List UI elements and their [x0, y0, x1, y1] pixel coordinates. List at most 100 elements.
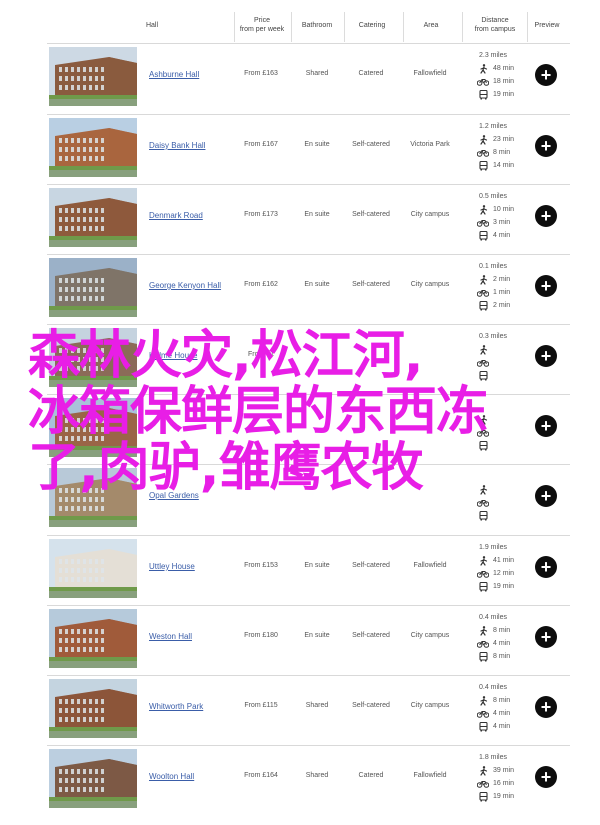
- area-cell: City campus: [410, 281, 450, 288]
- bathroom-cell: Shared: [305, 702, 329, 709]
- hall-name-link[interactable]: Whitworth Park: [149, 702, 203, 711]
- catering-cell: Catered: [358, 772, 384, 779]
- bathroom-cell: En suite: [304, 632, 330, 639]
- preview-plus-icon[interactable]: +: [535, 205, 557, 227]
- hall-photo: [49, 398, 137, 457]
- header-distance: Distance from campus: [474, 17, 516, 33]
- price-cell: From £164: [244, 772, 278, 779]
- bathroom-cell: En suite: [304, 141, 330, 148]
- walking-person-icon: [477, 344, 489, 355]
- walk-time: 39 min: [493, 767, 515, 774]
- distance-miles: 0.3 miles: [479, 333, 508, 340]
- bus-icon: [477, 370, 489, 381]
- preview-plus-icon[interactable]: +: [535, 626, 557, 648]
- header-divider: [527, 12, 528, 42]
- header-area: Area: [423, 21, 439, 29]
- bus-icon: [477, 721, 489, 732]
- catering-cell: Self-catered: [352, 632, 390, 639]
- hall-name-link[interactable]: Denmark Road: [149, 211, 203, 220]
- hall-name-link[interactable]: Daisy Bank Hall: [149, 141, 205, 150]
- header-catering: Catering: [358, 21, 386, 29]
- hall-name-link[interactable]: Hulme House: [149, 351, 197, 360]
- walking-person-icon: [477, 204, 489, 215]
- bus-time-line: 2 min: [477, 299, 547, 312]
- price-cell: From £1: [247, 351, 275, 358]
- preview-plus-icon[interactable]: +: [535, 696, 557, 718]
- bus-icon: [477, 510, 489, 521]
- hall-name-link[interactable]: Uttley House: [149, 562, 195, 571]
- bicycle-icon: [477, 569, 489, 579]
- preview-plus-icon[interactable]: +: [535, 275, 557, 297]
- bus-icon: [477, 300, 489, 311]
- bicycle-icon: [477, 218, 489, 228]
- bus-time-line: 8 min: [477, 650, 547, 663]
- hall-name-link[interactable]: George Kenyon Hall: [149, 281, 221, 290]
- bike-time: 16 min: [493, 780, 515, 787]
- area-cell: City campus: [410, 211, 450, 218]
- table-row: Weston Hall From £180 En suite Self-catered…: [47, 605, 570, 671]
- distance-miles-line: 0.3 miles: [477, 330, 547, 343]
- bus-icon: [477, 791, 489, 802]
- hall-name-link[interactable]: Opal Gardens: [149, 491, 199, 500]
- hall-name-link[interactable]: Woolton Hall: [149, 772, 194, 781]
- bus-time: 19 min: [493, 583, 515, 590]
- area-cell: Victoria Park: [410, 141, 450, 148]
- table-row: Uttley House From £153 En suite Self-catere…: [47, 535, 570, 601]
- preview-plus-icon[interactable]: +: [535, 64, 557, 86]
- bus-time: 2 min: [493, 302, 511, 309]
- walk-time: 8 min: [493, 627, 511, 634]
- catering-cell: Self-catered: [352, 211, 390, 218]
- bike-time: 1 min: [493, 289, 511, 296]
- header-hall: Hall: [145, 21, 159, 29]
- walking-person-icon: [477, 555, 489, 566]
- bathroom-cell: Shared: [305, 772, 329, 779]
- hall-name-link[interactable]: Ashburne Hall: [149, 70, 199, 79]
- preview-plus-icon[interactable]: +: [535, 485, 557, 507]
- bus-icon: [477, 160, 489, 171]
- bathroom-cell: Shared: [305, 70, 329, 77]
- preview-plus-icon[interactable]: +: [535, 556, 557, 578]
- hall-photo: [49, 47, 137, 106]
- table-row: Woolton Hall From £164 Shared Catered Fallow…: [47, 745, 570, 811]
- table-row: Ashburne Hall From £163 Shared Catered Fallo…: [47, 43, 570, 109]
- distance-miles-line: 2.3 miles: [477, 49, 547, 62]
- price-cell: From £180: [244, 632, 278, 639]
- preview-plus-icon[interactable]: +: [535, 415, 557, 437]
- walking-person-icon: [477, 63, 489, 74]
- price-cell: From £163: [244, 70, 278, 77]
- walking-person-icon: [477, 484, 489, 495]
- bicycle-icon: [477, 428, 489, 438]
- bike-time: 3 min: [493, 219, 511, 226]
- hall-photo: [49, 539, 137, 598]
- header-divider: [234, 12, 235, 42]
- distance-miles-line: 1.2 miles: [477, 120, 547, 133]
- bike-time: 8 min: [493, 149, 511, 156]
- bus-time-line: 19 min: [477, 88, 547, 101]
- walking-person-icon: [477, 134, 489, 145]
- bicycle-icon: [477, 358, 489, 368]
- walking-person-icon: [477, 414, 489, 425]
- distance-miles-line: 1.9 miles: [477, 541, 547, 554]
- distance-miles: 1.8 miles: [479, 754, 508, 761]
- preview-plus-icon[interactable]: +: [535, 135, 557, 157]
- preview-plus-icon[interactable]: +: [535, 345, 557, 367]
- area-cell: Fallowfield: [413, 70, 447, 77]
- bicycle-icon: [477, 148, 489, 158]
- hall-photo: [49, 328, 137, 387]
- catering-cell: Catered: [358, 70, 384, 77]
- bike-time: 12 min: [493, 570, 515, 577]
- hall-name-link[interactable]: Weston Hall: [149, 632, 192, 641]
- bus-time-line: 19 min: [477, 580, 547, 593]
- distance-miles-line: [477, 400, 547, 413]
- distance-miles: 1.9 miles: [479, 544, 508, 551]
- walking-person-icon: [477, 765, 489, 776]
- distance-miles-line: 0.4 miles: [477, 681, 547, 694]
- bus-icon: [477, 89, 489, 100]
- distance-miles-line: [477, 470, 547, 483]
- price-cell: From £115: [244, 702, 278, 709]
- table-row: Hulme House From £1 0.3 miles +: [47, 324, 570, 390]
- distance-miles: 0.4 miles: [479, 614, 508, 621]
- hall-photo: [49, 258, 137, 317]
- preview-plus-icon[interactable]: +: [535, 766, 557, 788]
- table-row: Denmark Road From £173 En suite Self-catere…: [47, 184, 570, 250]
